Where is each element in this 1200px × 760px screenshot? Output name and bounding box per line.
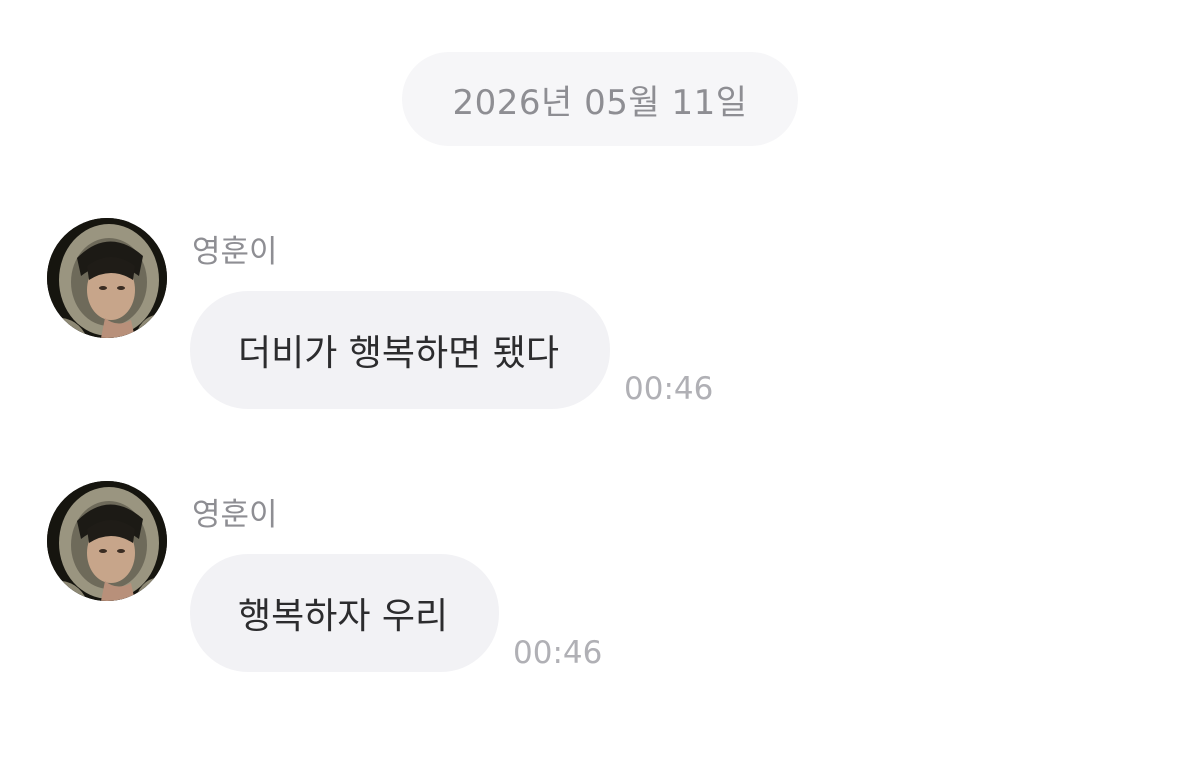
message-bubble[interactable]: 더비가 행복하면 됐다 — [190, 291, 610, 409]
date-separator-label: 2026년 05월 11일 — [452, 82, 748, 123]
avatar[interactable] — [47, 218, 167, 338]
message-text: 더비가 행복하면 됐다 — [238, 333, 559, 374]
message-time: 00:46 — [624, 371, 714, 407]
profile-photo-icon — [47, 218, 167, 338]
avatar[interactable] — [47, 481, 167, 601]
chat-view: 2026년 05월 11일 영훈이 더비가 행복하면 됐다 00:46 영훈이 … — [0, 0, 1200, 760]
message-bubble[interactable]: 행복하자 우리 — [190, 554, 499, 672]
profile-photo-icon — [47, 481, 167, 601]
sender-name: 영훈이 — [192, 234, 278, 270]
message-time: 00:46 — [513, 635, 603, 671]
date-separator: 2026년 05월 11일 — [402, 52, 798, 146]
sender-name: 영훈이 — [192, 497, 278, 533]
message-text: 행복하자 우리 — [238, 596, 449, 637]
